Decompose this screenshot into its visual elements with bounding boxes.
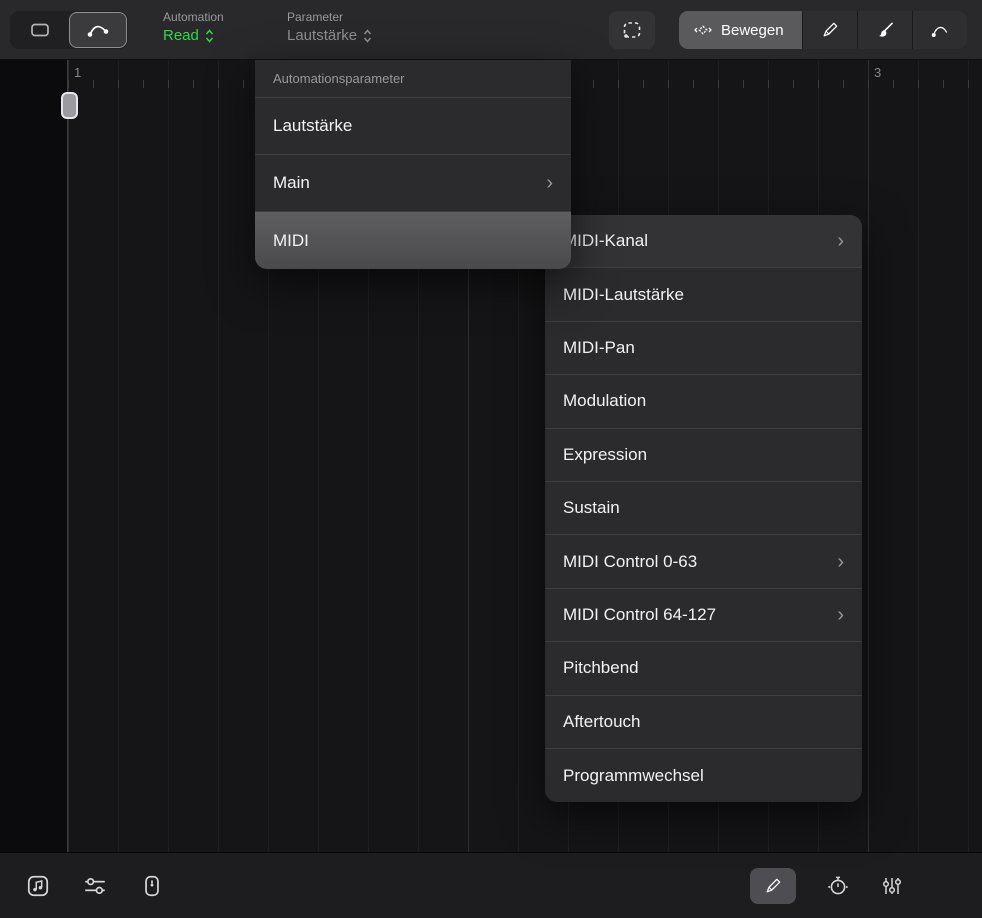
time-display-button[interactable] [826,874,850,898]
ruler-marker-1: 1 [74,65,81,80]
menu-item-midi[interactable]: MIDI [255,212,571,269]
parameter-label: Parameter [287,10,372,24]
chevron-right-icon: › [837,552,844,572]
curve-node-icon [930,20,950,40]
brush-icon [875,20,895,40]
menu-item-main[interactable]: Main › [255,155,571,212]
submenu-item-label: Expression [563,445,647,465]
bottom-toolbar [0,852,982,918]
region-frame-icon [28,18,52,42]
faders-icon [880,874,904,898]
brush-tool-button[interactable] [857,11,912,49]
submenu-item-label: Sustain [563,498,620,518]
automation-mode-value: Read [163,27,199,44]
submenu-item-label: Programmwechsel [563,766,704,786]
region-note-icon [25,873,51,899]
menu-item-label: Main [273,173,310,193]
submenu-item-label: MIDI-Kanal [563,231,648,251]
parameter-value: Lautstärke [287,27,357,44]
submenu-item-programmwechsel[interactable]: Programmwechsel [545,749,862,802]
submenu-item-midi-pan[interactable]: MIDI-Pan [545,322,862,375]
submenu-item-label: MIDI Control 0-63 [563,552,697,572]
bottom-right-group [750,868,904,904]
submenu-item-midi-control-0-63[interactable]: MIDI Control 0-63 › [545,535,862,588]
automation-label: Automation [163,10,224,24]
mixer-button[interactable] [880,874,904,898]
submenu-item-modulation[interactable]: Modulation [545,375,862,428]
submenu-item-pitchbend[interactable]: Pitchbend [545,642,862,695]
chevron-right-icon: › [546,173,553,193]
pencil-tool-button[interactable] [802,11,857,49]
menu-item-label: MIDI [273,231,309,251]
submenu-item-label: Modulation [563,391,646,411]
submenu-item-sustain[interactable]: Sustain [545,482,862,535]
bottom-left-group [25,873,165,899]
midi-submenu: MIDI-Kanal › MIDI-Lautstärke MIDI-Pan Mo… [545,215,862,802]
move-tool-button[interactable]: Bewegen [679,11,802,49]
controls-panel-button[interactable] [82,873,108,899]
submenu-item-label: MIDI-Lautstärke [563,285,684,305]
menu-item-lautstaerke[interactable]: Lautstärke [255,98,571,155]
submenu-item-label: Aftertouch [563,712,641,732]
chevron-right-icon: › [837,605,844,625]
marquee-select-button[interactable] [609,11,655,49]
submenu-item-label: MIDI-Pan [563,338,635,358]
timer-icon [826,874,850,898]
view-mode-toggle [10,11,128,49]
move-icon [693,20,713,40]
regions-view-button[interactable] [12,13,68,47]
automation-curve-icon [86,18,110,42]
marquee-select-icon [620,18,644,42]
track-gutter [0,60,68,852]
automation-mode-field: Automation Read [163,10,224,44]
ruler-marker-3: 3 [874,65,881,80]
submenu-item-label: Pitchbend [563,658,639,678]
pencil-icon [763,876,783,896]
chevron-up-down-icon [363,29,372,43]
submenu-item-midi-kanal[interactable]: MIDI-Kanal › [545,215,862,268]
automation-value-handle[interactable] [61,92,78,119]
submenu-item-aftertouch[interactable]: Aftertouch [545,696,862,749]
bar-line [68,60,69,852]
bar-line [868,60,869,852]
menu-header: Automationsparameter [255,60,571,98]
submenu-item-label: MIDI Control 64-127 [563,605,716,625]
automation-mode-selector[interactable]: Read [163,27,224,44]
parameter-field: Parameter Lautstärke [287,10,372,44]
edit-pencil-button[interactable] [750,868,796,904]
move-tool-label: Bewegen [721,22,784,39]
top-toolbar: Automation Read Parameter Lautstärke [0,0,982,60]
edit-tools-group: Bewegen [679,11,967,49]
automation-view-button[interactable] [70,13,126,47]
submenu-item-midi-lautstaerke[interactable]: MIDI-Lautstärke [545,268,862,321]
parameter-selector[interactable]: Lautstärke [287,27,372,44]
plug-icon [139,873,165,899]
menu-item-label: Lautstärke [273,116,352,136]
chevron-up-down-icon [205,29,214,43]
sliders-horizontal-icon [82,873,108,899]
automation-parameter-menu: Automationsparameter Lautstärke Main › M… [255,60,571,269]
plugins-panel-button[interactable] [139,873,165,899]
pencil-icon [820,20,840,40]
submenu-item-midi-control-64-127[interactable]: MIDI Control 64-127 › [545,589,862,642]
submenu-item-expression[interactable]: Expression [545,429,862,482]
chevron-right-icon: › [837,231,844,251]
regions-panel-button[interactable] [25,873,51,899]
curve-tool-button[interactable] [912,11,967,49]
